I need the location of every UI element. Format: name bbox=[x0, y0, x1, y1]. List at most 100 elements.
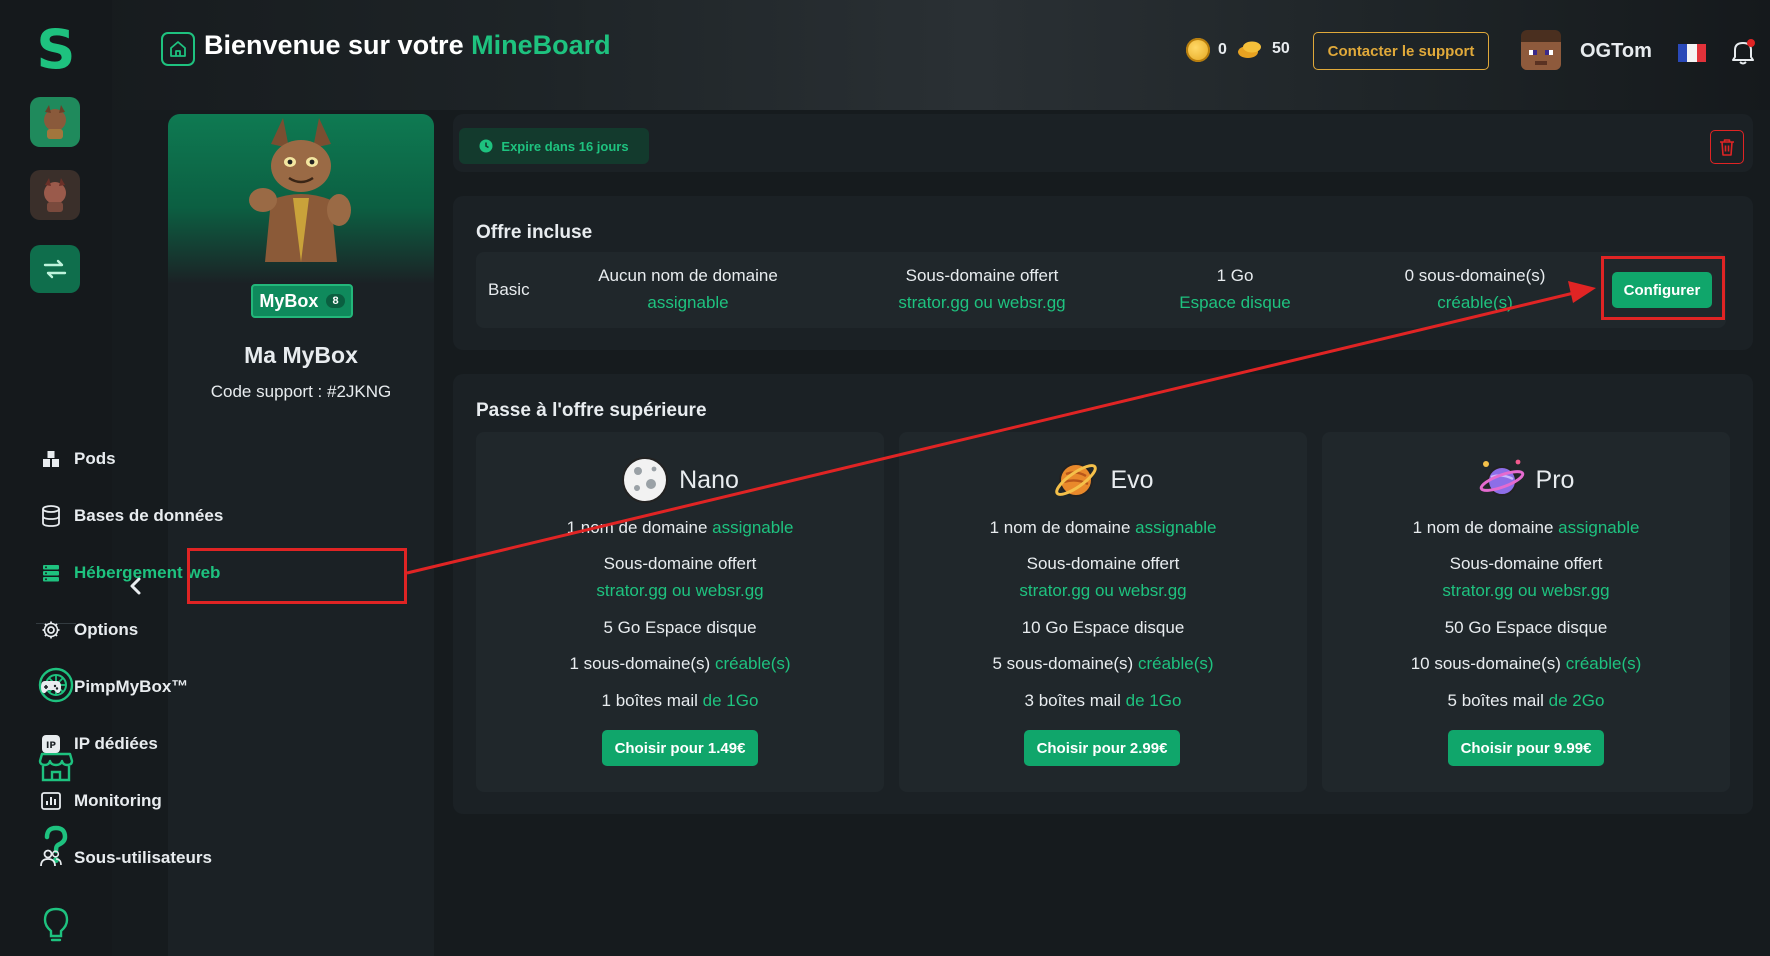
trash-icon bbox=[1720, 139, 1734, 156]
plan-name: Pro bbox=[1535, 465, 1575, 494]
highlight-box-configure bbox=[1601, 256, 1725, 320]
app-logo[interactable]: S bbox=[32, 22, 80, 78]
user-avatar[interactable] bbox=[1521, 30, 1561, 70]
brand-name: MineBoard bbox=[471, 30, 611, 60]
menu-item-databases[interactable]: Bases de données bbox=[40, 505, 223, 527]
flag-stripe-blue bbox=[1678, 44, 1688, 62]
plan-domain-text: 1 nom de domaine bbox=[566, 518, 708, 537]
coin-icon bbox=[1186, 38, 1210, 62]
menu-item-pods[interactable]: Pods bbox=[40, 448, 116, 470]
lightbulb-icon bbox=[43, 907, 69, 942]
plan-mail-text: 3 boîtes mail bbox=[1024, 691, 1121, 710]
plan-domain: 1 nom de domaine assignable bbox=[899, 514, 1307, 541]
credit-count: 50 bbox=[1272, 40, 1290, 57]
language-flag-fr[interactable] bbox=[1678, 44, 1706, 62]
plan-subdomain-title: Sous-domaine offert bbox=[1026, 554, 1180, 573]
plan-disk: 10 Go Espace disque bbox=[1021, 618, 1185, 637]
plan-subcount-accent: créable(s) bbox=[1565, 654, 1642, 673]
flag-stripe-red bbox=[1696, 44, 1706, 62]
swap-arrows-icon bbox=[43, 259, 67, 279]
plan-domain-text: 1 nom de domaine bbox=[989, 518, 1131, 537]
gamepad-icon bbox=[40, 676, 62, 698]
gear-icon bbox=[40, 619, 62, 641]
plan-subdomain-count: 1 sous-domaine(s) créable(s) bbox=[476, 650, 884, 677]
moon-icon bbox=[622, 457, 669, 503]
mybox-badge-label: MyBox bbox=[259, 290, 319, 311]
upgrade-title: Passe à l'offre supérieure bbox=[476, 400, 707, 421]
plan-subcount-accent: créable(s) bbox=[714, 654, 791, 673]
plan-subdomain-title: Sous-domaine offert bbox=[603, 554, 757, 573]
plan-subcount-text: 1 sous-domaine(s) bbox=[569, 654, 711, 673]
plan-domain-accent: assignable bbox=[1135, 518, 1217, 537]
support-code: Code support : #2JKNG bbox=[210, 382, 392, 401]
plan-subdomain-hosts: strator.gg ou websr.gg bbox=[1442, 581, 1610, 600]
dragon-mascot-icon bbox=[249, 118, 351, 262]
database-icon bbox=[40, 505, 62, 527]
bell-icon bbox=[1732, 39, 1755, 65]
menu-item-options[interactable]: Options bbox=[40, 619, 138, 641]
plan-domain-text: 1 nom de domaine bbox=[1412, 518, 1554, 537]
choose-nano-button[interactable]: Choisir pour 1.49€ bbox=[602, 730, 758, 766]
mybox-badge: MyBox 8 bbox=[251, 284, 353, 318]
plan-domain: 1 nom de domaine assignable bbox=[1322, 514, 1730, 541]
plan-mail: 1 boîtes mail de 1Go bbox=[476, 687, 884, 714]
plan-domain-accent: assignable bbox=[712, 518, 794, 537]
switch-button[interactable] bbox=[30, 245, 80, 293]
menu-label: PimpMyBox™ bbox=[74, 677, 189, 696]
flag-stripe-white bbox=[1687, 44, 1697, 62]
menu-item-pimpmybox[interactable]: PimpMyBox™ bbox=[40, 676, 188, 698]
server-avatar-2[interactable] bbox=[30, 170, 80, 220]
users-icon bbox=[40, 847, 62, 869]
rail-item-ideas[interactable] bbox=[35, 904, 77, 946]
username[interactable]: OGTom bbox=[1580, 40, 1652, 63]
contact-support-button[interactable]: Contacter le support bbox=[1313, 32, 1489, 70]
plan-subcount-text: 10 sous-domaine(s) bbox=[1410, 654, 1561, 673]
delete-button[interactable] bbox=[1710, 130, 1744, 164]
menu-label: Options bbox=[74, 620, 139, 639]
plan-subdomain-count: 10 sous-domaine(s) créable(s) bbox=[1322, 650, 1730, 677]
menu-item-dedicated-ip[interactable]: IP IP dédiées bbox=[40, 733, 158, 755]
plan-subcount-text: 5 sous-domaine(s) bbox=[992, 654, 1134, 673]
included-offer-title: Offre incluse bbox=[476, 222, 593, 243]
planet-icon bbox=[1055, 463, 1098, 497]
offer-subcount-line2: créable(s) bbox=[1437, 293, 1513, 312]
menu-label: Monitoring bbox=[74, 791, 162, 810]
minecraft-head-icon bbox=[1521, 30, 1561, 70]
plan-header: Evo bbox=[899, 456, 1307, 504]
offer-plan-name: Basic bbox=[488, 280, 530, 299]
menu-label: Pods bbox=[74, 449, 116, 468]
expiry-text: Expire dans 16 jours bbox=[501, 138, 629, 154]
menu-label: Bases de données bbox=[74, 506, 224, 525]
server-stack-icon bbox=[40, 562, 62, 584]
expiry-badge: Expire dans 16 jours bbox=[459, 128, 649, 164]
offer-subdomain: Sous-domaine offert strator.gg ou websr.… bbox=[872, 262, 1092, 316]
plan-disk: 50 Go Espace disque bbox=[1444, 618, 1608, 637]
plan-mail-accent: de 1Go bbox=[702, 691, 759, 710]
offer-subcount-line1: 0 sous-domaine(s) bbox=[1404, 266, 1546, 285]
offer-subdomain-count: 0 sous-domaine(s) créable(s) bbox=[1380, 262, 1570, 316]
plan-mail-accent: de 2Go bbox=[1548, 691, 1605, 710]
left-rail: S bbox=[0, 0, 112, 956]
offer-domain-line2: assignable bbox=[647, 293, 729, 312]
plan-domain: 1 nom de domaine assignable bbox=[476, 514, 884, 541]
plan-card-pro: Pro 1 nom de domaine assignable Sous-dom… bbox=[1322, 432, 1730, 792]
pods-icon bbox=[40, 448, 62, 470]
plan-subdomain-count: 5 sous-domaine(s) créable(s) bbox=[899, 650, 1307, 677]
home-button[interactable] bbox=[161, 32, 195, 66]
plan-domain-accent: assignable bbox=[1558, 518, 1640, 537]
chart-icon bbox=[40, 790, 62, 812]
server-avatar-1[interactable] bbox=[30, 97, 80, 147]
plan-disk: 5 Go Espace disque bbox=[603, 618, 757, 637]
plan-mail-accent: de 1Go bbox=[1125, 691, 1182, 710]
notifications-button[interactable] bbox=[1730, 38, 1756, 66]
ip-icon: IP bbox=[40, 733, 62, 755]
choose-pro-button[interactable]: Choisir pour 9.99€ bbox=[1448, 730, 1604, 766]
ringed-planet-icon bbox=[1479, 459, 1524, 496]
offer-disk: 1 Go Espace disque bbox=[1150, 262, 1320, 316]
choose-evo-button[interactable]: Choisir pour 2.99€ bbox=[1024, 730, 1180, 766]
mybox-badge-count: 8 bbox=[326, 294, 345, 308]
menu-item-monitoring[interactable]: Monitoring bbox=[40, 790, 162, 812]
credit-coins-icon bbox=[1238, 41, 1261, 58]
coin-count: 0 bbox=[1218, 41, 1227, 58]
menu-item-sub-users[interactable]: Sous-utilisateurs bbox=[40, 847, 212, 869]
